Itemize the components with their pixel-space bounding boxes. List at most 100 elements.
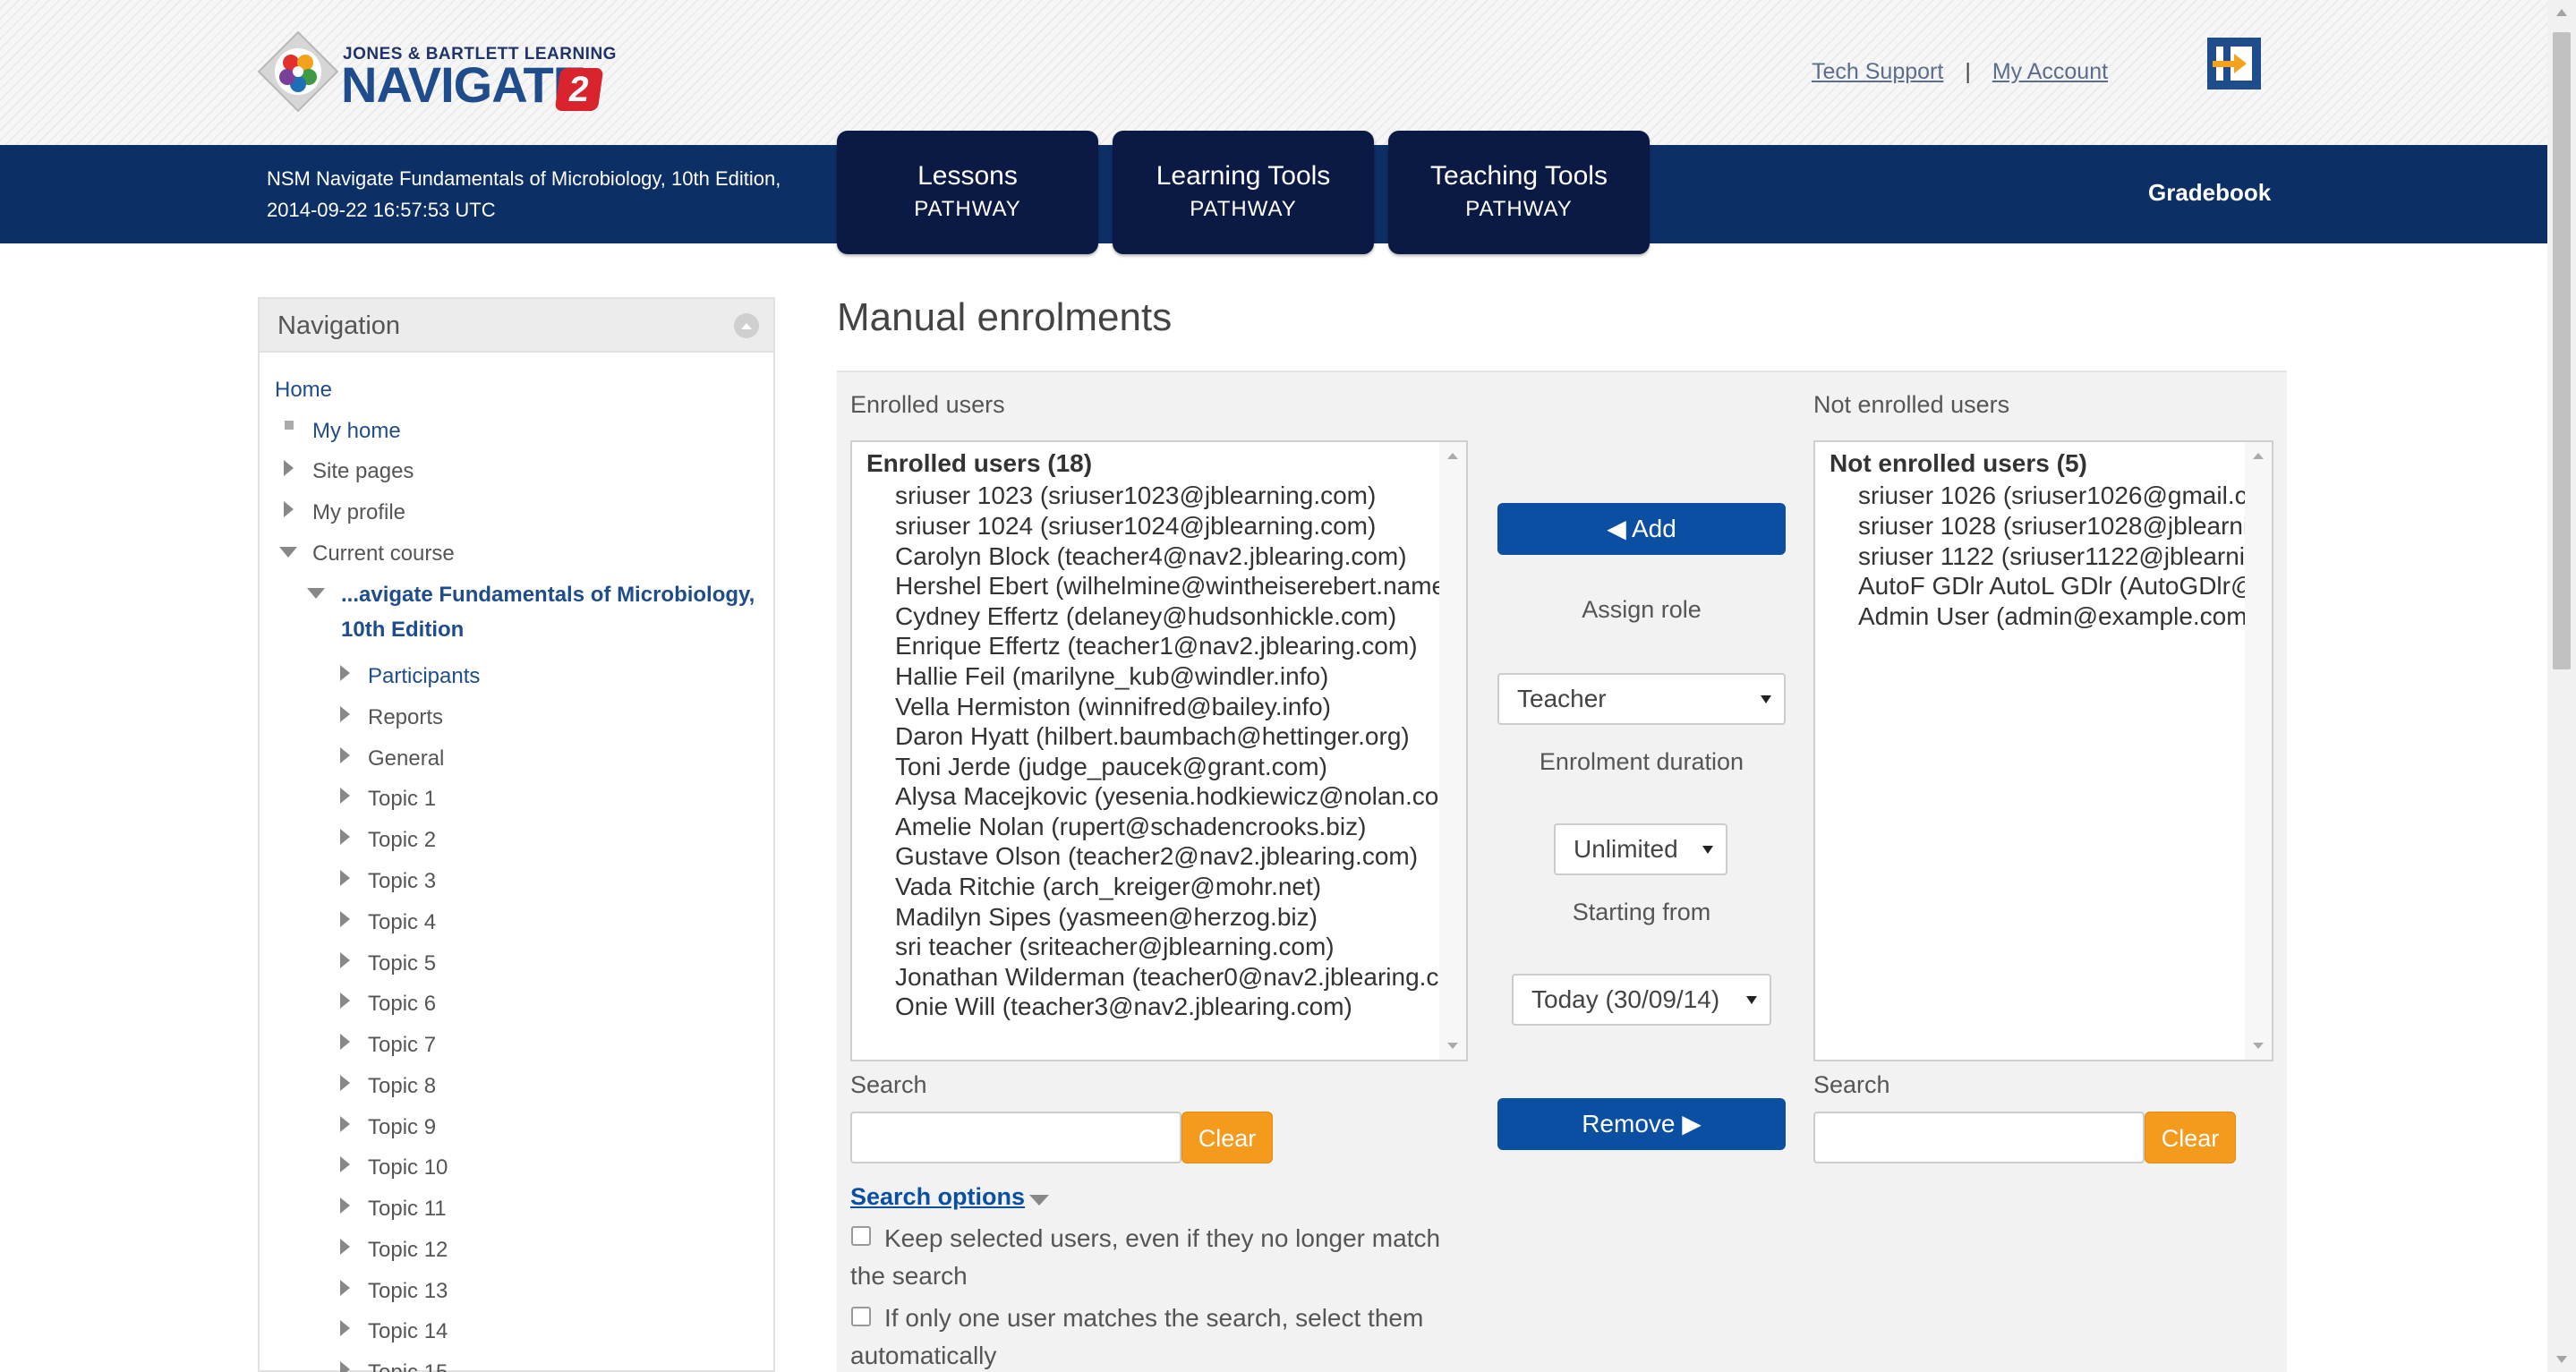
list-item[interactable]: Madilyn Sipes (yasmeen@herzog.biz): [895, 903, 1318, 932]
nav-participants[interactable]: Participants: [368, 664, 480, 689]
duration-select[interactable]: Unlimited: [1554, 823, 1727, 875]
list-scrollbar[interactable]: [1439, 442, 1466, 1060]
list-item[interactable]: sri teacher (sriteacher@jblearning.com): [895, 933, 1335, 961]
list-item[interactable]: sriuser 1023 (sriuser1023@jblearning.com…: [895, 481, 1376, 510]
nav-topic-5[interactable]: Topic 5: [368, 951, 436, 976]
expand-icon[interactable]: [284, 501, 294, 517]
expand-icon[interactable]: [340, 706, 350, 722]
scroll-down-icon[interactable]: [2253, 1043, 2264, 1049]
list-item[interactable]: Amelie Nolan (rupert@schadencrooks.biz): [895, 813, 1366, 841]
my-account-link[interactable]: My Account: [1992, 59, 2108, 84]
nav-topic-13[interactable]: Topic 13: [368, 1279, 448, 1304]
nav-my-home[interactable]: My home: [312, 419, 401, 444]
chevron-down-icon[interactable]: [1029, 1195, 1049, 1206]
nav-topic-15[interactable]: Topic 15: [368, 1360, 448, 1372]
expand-icon[interactable]: [340, 993, 350, 1009]
logout-icon[interactable]: [2205, 36, 2263, 91]
list-item[interactable]: sriuser 1122 (sriuser1122@jblearning.com…: [1858, 542, 2272, 571]
expand-icon[interactable]: [340, 1034, 350, 1050]
collapse-icon[interactable]: [279, 547, 297, 558]
nav-topic-1[interactable]: Topic 1: [368, 787, 436, 812]
expand-icon[interactable]: [340, 1197, 350, 1214]
enrolled-users-list[interactable]: Enrolled users (18) sriuser 1023 (sriuse…: [850, 440, 1468, 1061]
expand-icon[interactable]: [340, 870, 350, 886]
starting-from-select[interactable]: Today (30/09/14): [1512, 974, 1771, 1026]
expand-icon[interactable]: [340, 952, 350, 968]
list-item[interactable]: Vada Ritchie (arch_kreiger@mohr.net): [895, 873, 1321, 901]
scroll-down-icon[interactable]: [2556, 1356, 2567, 1363]
page-scrollbar[interactable]: [2547, 0, 2576, 1372]
keep-selected-checkbox[interactable]: [851, 1226, 871, 1246]
list-item[interactable]: Enrique Effertz (teacher1@nav2.jblearing…: [895, 632, 1418, 660]
not-enrolled-users-list[interactable]: Not enrolled users (5) sriuser 1026 (sri…: [1813, 440, 2273, 1061]
nav-reports[interactable]: Reports: [368, 705, 443, 730]
nav-topic-10[interactable]: Topic 10: [368, 1155, 448, 1180]
list-item[interactable]: Toni Jerde (judge_paucek@grant.com): [895, 753, 1327, 781]
nav-my-profile[interactable]: My profile: [312, 500, 405, 525]
nav-topic-4[interactable]: Topic 4: [368, 910, 436, 935]
expand-icon[interactable]: [340, 747, 350, 763]
expand-icon[interactable]: [340, 788, 350, 804]
expand-icon[interactable]: [340, 1075, 350, 1091]
tab-teaching-tools-pathway[interactable]: Teaching Tools PATHWAY: [1388, 131, 1650, 254]
expand-icon[interactable]: [340, 1280, 350, 1296]
nav-topic-11[interactable]: Topic 11: [368, 1197, 447, 1222]
collapse-icon[interactable]: [307, 588, 325, 599]
list-item[interactable]: sriuser 1028 (sriuser1028@jblearning.com…: [1858, 512, 2272, 541]
tech-support-link[interactable]: Tech Support: [1812, 59, 1943, 84]
tab-lessons-pathway[interactable]: Lessons PATHWAY: [837, 131, 1098, 254]
add-button[interactable]: ◀ Add: [1497, 503, 1786, 555]
role-select[interactable]: Teacher: [1497, 673, 1786, 725]
collapse-block-icon[interactable]: [734, 313, 759, 338]
nav-site-pages[interactable]: Site pages: [312, 459, 414, 484]
expand-icon[interactable]: [340, 665, 350, 681]
nav-topic-2[interactable]: Topic 2: [368, 828, 436, 853]
search-options-toggle[interactable]: Search options: [850, 1183, 1025, 1211]
scroll-up-icon[interactable]: [2253, 453, 2264, 459]
list-item[interactable]: Carolyn Block (teacher4@nav2.jblearing.c…: [895, 542, 1407, 571]
expand-icon[interactable]: [340, 911, 350, 927]
not-enrolled-search-input[interactable]: [1813, 1112, 2145, 1163]
auto-select-checkbox[interactable]: [851, 1307, 871, 1326]
gradebook-link[interactable]: Gradebook: [2148, 179, 2271, 207]
nav-topic-14[interactable]: Topic 14: [368, 1319, 448, 1344]
nav-course-name-cont[interactable]: 10th Edition: [341, 618, 464, 643]
list-item[interactable]: Vella Hermiston (winnifred@bailey.info): [895, 693, 1331, 721]
list-item[interactable]: Hershel Ebert (wilhelmine@wintheisereber…: [895, 572, 1454, 601]
nav-course-name[interactable]: ...avigate Fundamentals of Microbiology,: [341, 583, 755, 608]
list-scrollbar[interactable]: [2245, 442, 2272, 1060]
scroll-up-icon[interactable]: [2556, 9, 2567, 16]
expand-icon[interactable]: [340, 1156, 350, 1172]
not-enrolled-clear-button[interactable]: Clear: [2145, 1112, 2236, 1163]
enrolled-search-input[interactable]: [850, 1112, 1181, 1163]
remove-button[interactable]: Remove ▶: [1497, 1098, 1786, 1150]
nav-topic-8[interactable]: Topic 8: [368, 1074, 436, 1099]
nav-home[interactable]: Home: [275, 378, 332, 403]
list-item[interactable]: Cydney Effertz (delaney@hudsonhickle.com…: [895, 602, 1396, 631]
nav-topic-7[interactable]: Topic 7: [368, 1033, 436, 1058]
list-item[interactable]: Admin User (admin@example.com): [1858, 602, 2256, 631]
nav-topic-3[interactable]: Topic 3: [368, 869, 436, 894]
scrollbar-thumb[interactable]: [2553, 32, 2571, 669]
list-item[interactable]: sriuser 1026 (sriuser1026@gmail.com): [1858, 481, 2272, 510]
navigate-logo[interactable]: JONES & BARTLETT LEARNING NAVIGATE 2: [255, 29, 631, 118]
nav-topic-12[interactable]: Topic 12: [368, 1238, 448, 1263]
tab-learning-tools-pathway[interactable]: Learning Tools PATHWAY: [1113, 131, 1374, 254]
expand-icon[interactable]: [340, 1320, 350, 1336]
list-item[interactable]: AutoF GDlr AutoL GDlr (AutoGDlr@example.…: [1858, 572, 2272, 601]
list-item[interactable]: Onie Will (teacher3@nav2.jblearing.com): [895, 993, 1352, 1021]
expand-icon[interactable]: [340, 1239, 350, 1255]
list-item[interactable]: Hallie Feil (marilyne_kub@windler.info): [895, 662, 1328, 691]
list-item[interactable]: Gustave Olson (teacher2@nav2.jblearing.c…: [895, 842, 1418, 871]
expand-icon[interactable]: [340, 1361, 350, 1372]
nav-general[interactable]: General: [368, 746, 444, 771]
enrolled-clear-button[interactable]: Clear: [1181, 1112, 1273, 1163]
list-item[interactable]: sriuser 1024 (sriuser1024@jblearning.com…: [895, 512, 1376, 541]
list-item[interactable]: Daron Hyatt (hilbert.baumbach@hettinger.…: [895, 722, 1410, 751]
nav-current-course[interactable]: Current course: [312, 541, 455, 567]
scroll-down-icon[interactable]: [1447, 1043, 1458, 1049]
expand-icon[interactable]: [340, 1116, 350, 1132]
list-item[interactable]: Alysa Macejkovic (yesenia.hodkiewicz@nol…: [895, 782, 1466, 811]
scroll-up-icon[interactable]: [1447, 453, 1458, 459]
nav-topic-9[interactable]: Topic 9: [368, 1115, 436, 1140]
